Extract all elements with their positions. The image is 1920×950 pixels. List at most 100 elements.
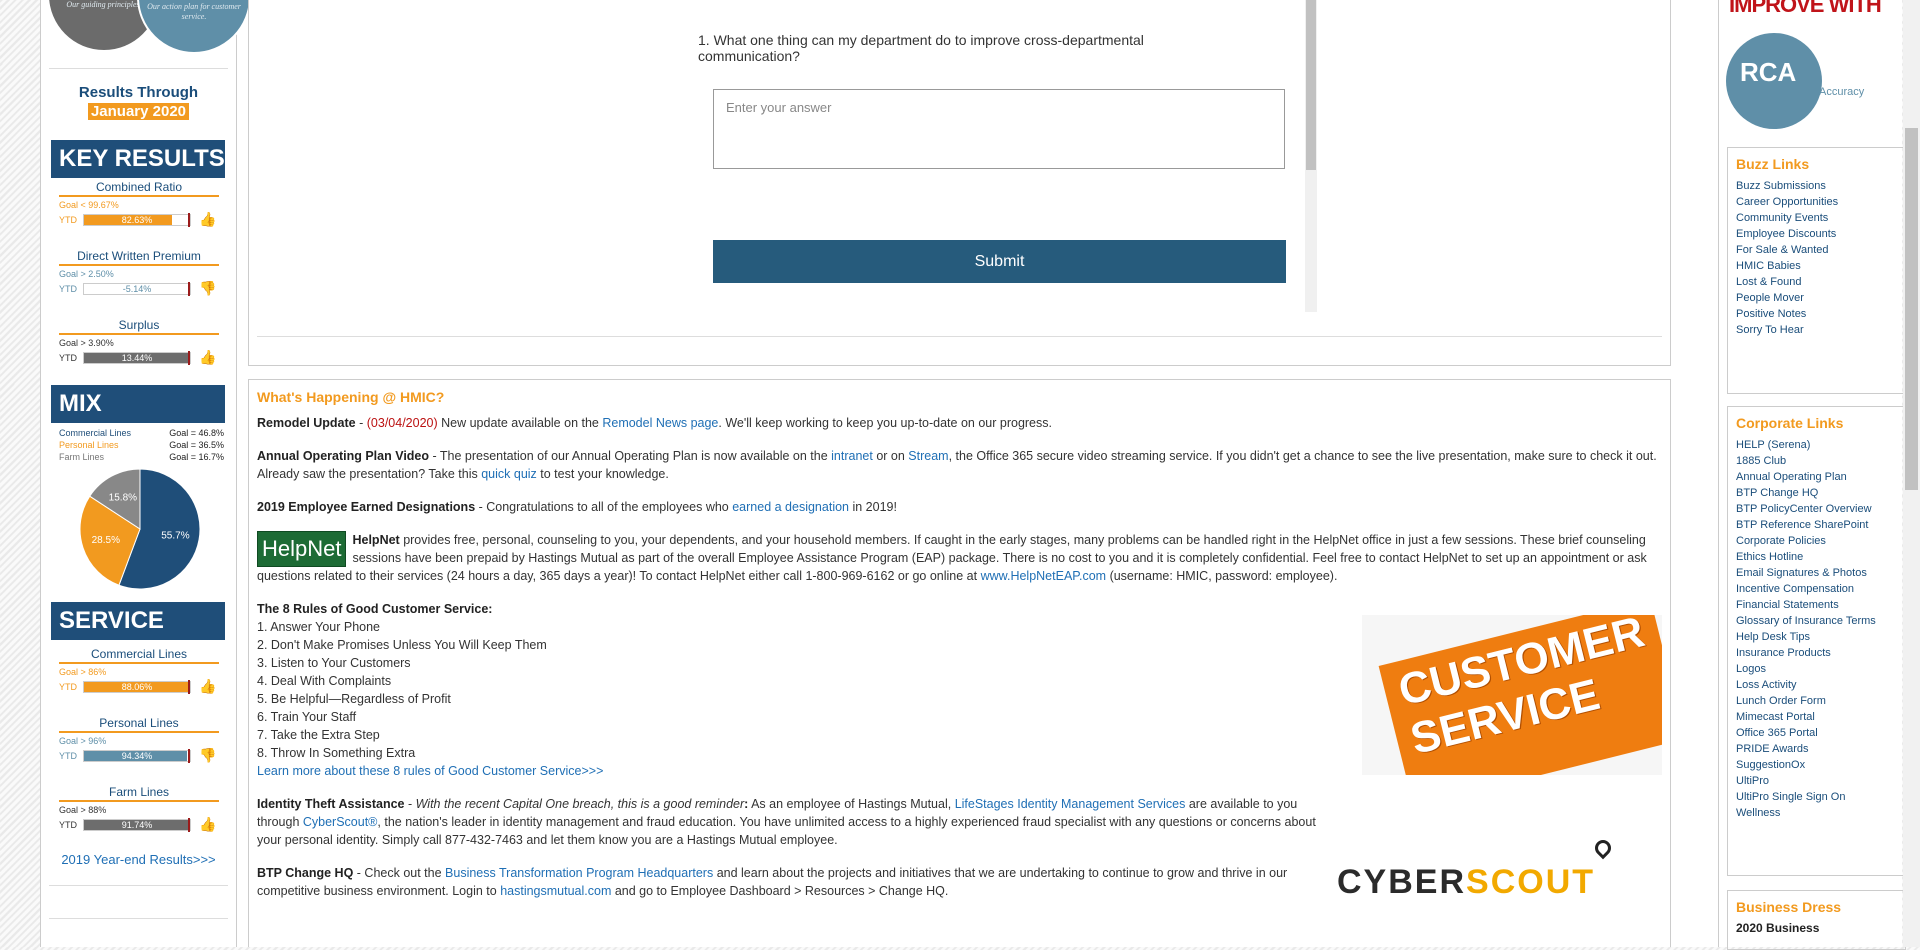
customer-service-image[interactable]: CUSTOMER SERVICE (1362, 615, 1662, 775)
cyberscout-link[interactable]: CyberScout® (303, 815, 378, 829)
service-ytd-label: YTD (59, 682, 77, 692)
buzz-link[interactable]: Career Opportunities (1736, 194, 1897, 210)
key-result-metric-goal: Goal > 3.90% (59, 338, 114, 348)
stream-link[interactable]: Stream (908, 449, 948, 463)
remodel-heading: Remodel Update (257, 416, 356, 430)
mix-legend-name: Personal Lines (59, 440, 119, 450)
corp-link[interactable]: Loss Activity (1736, 677, 1897, 693)
survey-answer-input[interactable]: Enter your answer (713, 89, 1285, 169)
identity-theft: Identity Theft Assistance - With the rec… (257, 797, 1316, 847)
corp-link[interactable]: SuggestionOx (1736, 757, 1897, 773)
designations-heading: 2019 Employee Earned Designations (257, 500, 476, 514)
corp-link[interactable]: Office 365 Portal (1736, 725, 1897, 741)
remodel-news-link[interactable]: Remodel News page (602, 416, 718, 430)
corp-link[interactable]: Wellness (1736, 805, 1897, 821)
helpnet-logo[interactable]: HelpNet (257, 531, 347, 567)
corp-link[interactable]: UltiPro Single Sign On (1736, 789, 1897, 805)
text: - Congratulations to all of the employee… (475, 500, 733, 514)
action-plan-text: Our action plan for customer service. (147, 2, 241, 21)
mix-pie-chart: 55.7% 28.5% 15.8% (79, 468, 201, 590)
mix-header: MIX (51, 385, 225, 423)
key-result-metric-goal: Goal < 99.67% (59, 200, 119, 210)
rules-learn-more-link[interactable]: Learn more about these 8 rules of Good C… (257, 764, 603, 778)
service-value: 91.74% (121, 820, 153, 830)
aop-heading: Annual Operating Plan Video (257, 449, 430, 463)
key-results-header: KEY RESULTS (51, 140, 225, 178)
service-metric: Farm Lines Goal > 88% YTD 91.74% 👍 (59, 785, 219, 832)
corp-link[interactable]: Corporate Policies (1736, 533, 1897, 549)
corp-link[interactable]: Glossary of Insurance Terms (1736, 613, 1897, 629)
key-result-metric-ytd: YTD 13.44% 👍 (59, 349, 219, 365)
business-dress-subtitle: 2020 Business (1736, 921, 1820, 935)
corp-link[interactable]: BTP PolicyCenter Overview (1736, 501, 1897, 517)
corp-link[interactable]: Incentive Compensation (1736, 581, 1897, 597)
page-scrollbar-thumb[interactable] (1905, 128, 1918, 490)
buzz-link[interactable]: Community Events (1736, 210, 1897, 226)
buzz-link[interactable]: Sorry To Hear (1736, 322, 1897, 338)
corporate-links-box: Corporate Links HELP (Serena) 1885 Club An… (1727, 406, 1906, 876)
service-metric-ytd: YTD 88.06% 👍 (59, 678, 219, 694)
improve-banner[interactable]: IMPROVE WITH (1729, 0, 1882, 18)
text: . We'll keep working to keep you up-to-d… (718, 416, 1052, 430)
corp-link[interactable]: Mimecast Portal (1736, 709, 1897, 725)
corp-link[interactable]: Help Desk Tips (1736, 629, 1897, 645)
intranet-link[interactable]: intranet (831, 449, 873, 463)
corp-link[interactable]: HELP (Serena) (1736, 437, 1897, 453)
corp-link[interactable]: Financial Statements (1736, 597, 1897, 613)
mix-legend: Commercial Lines Goal = 46.8% Personal Lin… (59, 427, 224, 463)
helpnet-link[interactable]: www.HelpNetEAP.com (981, 569, 1107, 583)
designation-link[interactable]: earned a designation (732, 500, 849, 514)
remodel-update: Remodel Update - (03/04/2020) New update… (257, 416, 1052, 430)
key-result-metric: Combined Ratio Goal < 99.67% YTD 82.63% 👍 (59, 180, 219, 227)
corp-link[interactable]: Email Signatures & Photos (1736, 565, 1897, 581)
corp-link[interactable]: Lunch Order Form (1736, 693, 1897, 709)
year-end-results-link[interactable]: 2019 Year-end Results>>> (41, 852, 236, 867)
buzz-link[interactable]: HMIC Babies (1736, 258, 1897, 274)
text: - Check out the (353, 866, 446, 880)
buzz-link[interactable]: People Mover (1736, 290, 1897, 306)
cyberscout-logo[interactable]: CYBERSCOUT (1337, 836, 1662, 910)
corp-link[interactable]: Logos (1736, 661, 1897, 677)
buzz-link[interactable]: Positive Notes (1736, 306, 1897, 322)
service-metric: Commercial Lines Goal > 86% YTD 88.06% 👍 (59, 647, 219, 694)
key-result-progress-bar: 82.63% (83, 213, 191, 227)
mix-legend-row: Personal Lines Goal = 36.5% (59, 439, 224, 451)
corp-link[interactable]: BTP Reference SharePoint (1736, 517, 1897, 533)
page-scrollbar[interactable] (1903, 0, 1920, 947)
divider (49, 918, 228, 919)
buzz-link[interactable]: Lost & Found (1736, 274, 1897, 290)
action-plan-circle[interactable]: Our action plan for customer service. (137, 0, 251, 54)
news-panel: What's Happening @ HMIC? Remodel Update … (248, 379, 1671, 947)
corp-link[interactable]: BTP Change HQ (1736, 485, 1897, 501)
lifestages-link[interactable]: LifeStages Identity Management Services (955, 797, 1186, 811)
mix-legend-row: Farm Lines Goal = 16.7% (59, 451, 224, 463)
mix-legend-name: Commercial Lines (59, 428, 132, 438)
corp-link[interactable]: UltiPro (1736, 773, 1897, 789)
corp-link[interactable]: 1885 Club (1736, 453, 1897, 469)
service-metric-title: Commercial Lines (59, 647, 219, 664)
submit-button[interactable]: Submit (713, 240, 1286, 283)
service-metric-title: Farm Lines (59, 785, 219, 802)
survey-scrollbar-thumb[interactable] (1306, 0, 1316, 170)
business-dress-box: Business Dress 2020 Business (1727, 890, 1906, 950)
corp-link[interactable]: Annual Operating Plan (1736, 469, 1897, 485)
buzz-link[interactable]: For Sale & Wanted (1736, 242, 1897, 258)
corp-link[interactable]: Insurance Products (1736, 645, 1897, 661)
buzz-link[interactable]: Employee Discounts (1736, 226, 1897, 242)
buzz-link[interactable]: Buzz Submissions (1736, 178, 1897, 194)
btp-hq-link[interactable]: Business Transformation Program Headquar… (445, 866, 713, 880)
survey-scrollbar[interactable] (1305, 0, 1317, 312)
rca-badge[interactable]: RCA (1726, 33, 1822, 129)
business-dress-title: Business Dress (1736, 899, 1842, 915)
key-result-goal-marker (188, 282, 190, 296)
helpnet-heading: HelpNet (352, 533, 400, 547)
hastingsmutual-link[interactable]: hastingsmutual.com (500, 884, 611, 898)
buzz-links-box: Buzz Links Buzz Submissions Career Opport… (1727, 147, 1906, 394)
mix-legend-goal: Goal = 46.8% (169, 428, 224, 438)
corp-link[interactable]: PRIDE Awards (1736, 741, 1897, 757)
quick-quiz-link[interactable]: quick quiz (481, 467, 537, 481)
btp-heading: BTP Change HQ (257, 866, 354, 880)
corp-link[interactable]: Ethics Hotline (1736, 549, 1897, 565)
btp-change-hq: BTP Change HQ - Check out the Business T… (257, 864, 1322, 900)
key-result-metric-ytd: YTD -5.14% 👎 (59, 280, 219, 296)
